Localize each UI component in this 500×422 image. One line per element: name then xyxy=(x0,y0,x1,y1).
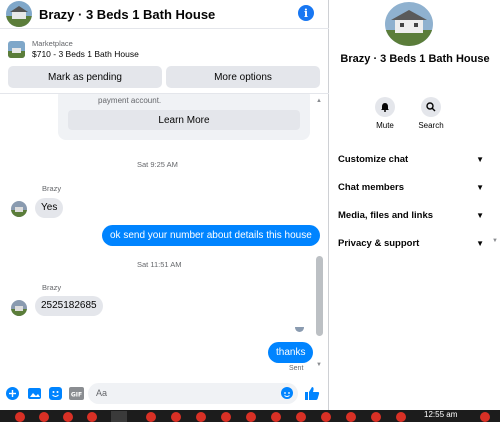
chat-title[interactable]: Brazy · 3 Beds 1 Bath House xyxy=(39,7,215,22)
conversation-avatar[interactable] xyxy=(385,2,433,46)
incoming-message[interactable]: Yes xyxy=(35,198,64,218)
taskbar-app-icon[interactable] xyxy=(371,412,381,422)
chevron-down-icon: ▼ xyxy=(476,182,484,192)
chevron-down-icon: ▼ xyxy=(476,210,484,220)
chevron-down-icon: ▼ xyxy=(476,154,484,164)
mark-pending-button[interactable]: Mark as pending xyxy=(8,66,162,88)
house-avatar[interactable] xyxy=(6,1,32,27)
taskbar-app-icon[interactable] xyxy=(63,412,73,422)
mute-label: Mute xyxy=(376,121,394,130)
chevron-down-icon: ▼ xyxy=(476,238,484,248)
search-icon xyxy=(421,97,441,117)
sender-avatar[interactable] xyxy=(11,201,27,217)
timestamp: Sat 9:25 AM xyxy=(137,160,178,169)
scroll-down-icon[interactable]: ▼ xyxy=(492,238,498,244)
gif-icon[interactable]: GIF xyxy=(69,387,84,400)
menu-label: Privacy & support xyxy=(338,237,420,249)
messenger-window: Brazy · 3 Beds 1 Bath House i Marketplac… xyxy=(0,0,500,422)
menu-media-files-links[interactable]: Media, files and links ▼ xyxy=(338,207,484,223)
sender-avatar[interactable] xyxy=(11,300,27,316)
taskbar-app-icon[interactable] xyxy=(246,412,256,422)
scroll-up-icon[interactable]: ▲ xyxy=(316,98,322,104)
seen-avatar xyxy=(295,323,304,332)
sender-name: Brazy xyxy=(42,283,62,292)
scroll-thumb[interactable] xyxy=(316,256,323,336)
menu-customize-chat[interactable]: Customize chat ▼ xyxy=(338,151,484,167)
conversation-info-pane: Brazy · 3 Beds 1 Bath House Mute Search … xyxy=(330,0,500,410)
photo-icon[interactable] xyxy=(28,387,41,400)
sent-status: Sent xyxy=(289,365,304,372)
outgoing-message[interactable]: ok send your number about details this h… xyxy=(102,225,320,246)
menu-label: Chat members xyxy=(338,181,404,193)
mute-action[interactable]: Mute xyxy=(370,97,400,130)
listing-actions: Mark as pending More options xyxy=(8,66,320,88)
outgoing-message[interactable]: thanks xyxy=(268,342,314,363)
taskbar-app-icon[interactable] xyxy=(321,412,331,422)
message-list[interactable]: payment account. Learn More ▲ ▼ Sat 9:25… xyxy=(0,93,329,378)
menu-label: Media, files and links xyxy=(338,209,434,221)
marketplace-label: Marketplace xyxy=(32,38,73,48)
thumbs-up-icon[interactable] xyxy=(304,385,320,401)
menu-label: Customize chat xyxy=(338,153,409,165)
info-icon[interactable]: i xyxy=(298,5,314,21)
taskbar-app-icon[interactable] xyxy=(296,412,306,422)
taskbar-app-icon[interactable] xyxy=(196,412,206,422)
taskbar: 12:55 am xyxy=(0,410,500,422)
menu-privacy-support[interactable]: Privacy & support ▼ xyxy=(338,235,484,251)
search-action[interactable]: Search xyxy=(416,97,446,130)
sticker-icon[interactable] xyxy=(49,387,62,400)
taskbar-app-icon[interactable] xyxy=(396,412,406,422)
chat-pane: Brazy · 3 Beds 1 Bath House i Marketplac… xyxy=(0,0,329,410)
menu-chat-members[interactable]: Chat members ▼ xyxy=(338,179,484,195)
taskbar-app-icon[interactable] xyxy=(87,412,97,422)
taskbar-app-icon[interactable] xyxy=(221,412,231,422)
chat-header: Brazy · 3 Beds 1 Bath House i xyxy=(0,0,329,29)
taskbar-app-icon[interactable] xyxy=(15,412,25,422)
marketplace-banner[interactable]: Marketplace $710 - 3 Beds 1 Bath House xyxy=(0,34,329,64)
listing-thumbnail xyxy=(8,40,25,58)
message-input[interactable]: Aa xyxy=(88,383,298,404)
taskbar-active-app[interactable] xyxy=(111,411,127,422)
taskbar-app-icon[interactable] xyxy=(480,412,490,422)
taskbar-app-icon[interactable] xyxy=(346,412,356,422)
emoji-icon[interactable] xyxy=(281,387,293,399)
bell-icon xyxy=(375,97,395,117)
svg-text:GIF: GIF xyxy=(71,392,82,399)
search-label: Search xyxy=(418,121,444,130)
payment-card: payment account. Learn More xyxy=(58,94,310,140)
taskbar-app-icon[interactable] xyxy=(171,412,181,422)
composer: GIF Aa xyxy=(0,380,329,408)
conversation-title: Brazy · 3 Beds 1 Bath House xyxy=(340,53,490,65)
listing-title: $710 - 3 Beds 1 Bath House xyxy=(32,48,139,59)
timestamp: Sat 11:51 AM xyxy=(137,260,182,269)
taskbar-app-icon[interactable] xyxy=(39,412,49,422)
plus-icon[interactable] xyxy=(6,387,19,400)
taskbar-app-icon[interactable] xyxy=(271,412,281,422)
more-options-button[interactable]: More options xyxy=(166,66,320,88)
taskbar-app-icon[interactable] xyxy=(146,412,156,422)
card-text: payment account. xyxy=(98,96,162,105)
sender-name: Brazy xyxy=(42,184,62,193)
incoming-message[interactable]: 2525182685 xyxy=(35,296,103,316)
taskbar-clock[interactable]: 12:55 am xyxy=(424,410,457,419)
learn-more-button[interactable]: Learn More xyxy=(68,110,300,130)
scroll-down-icon[interactable]: ▼ xyxy=(316,362,322,368)
